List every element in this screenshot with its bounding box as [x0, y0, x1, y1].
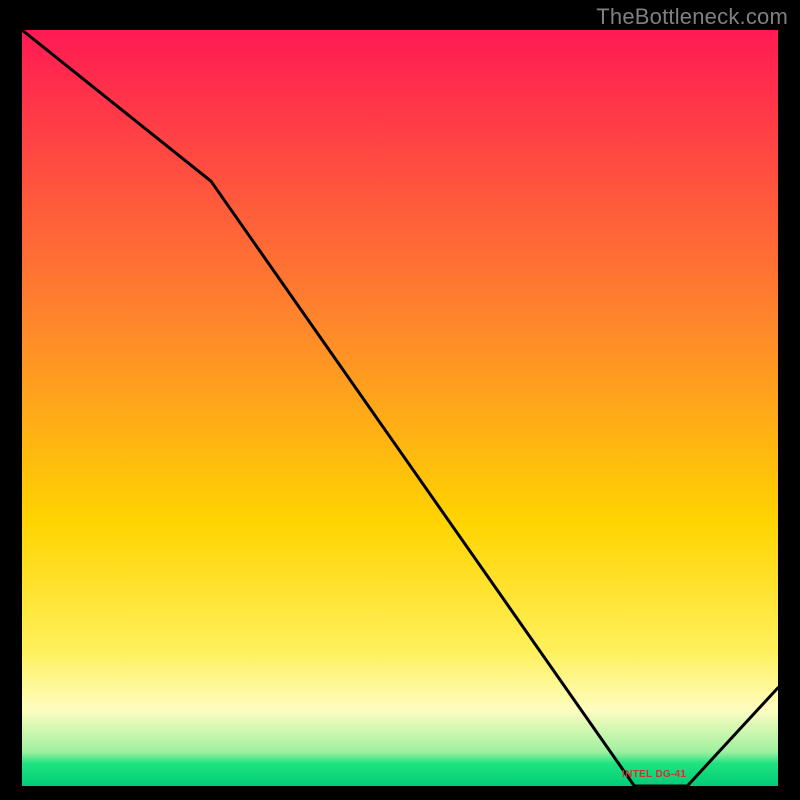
watermark-text: TheBottleneck.com [596, 4, 788, 30]
bottleneck-chart [22, 30, 778, 786]
chart-background [22, 30, 778, 786]
chart-frame: INTEL DG-41 [22, 30, 778, 786]
gpu-label: INTEL DG-41 [622, 769, 686, 780]
